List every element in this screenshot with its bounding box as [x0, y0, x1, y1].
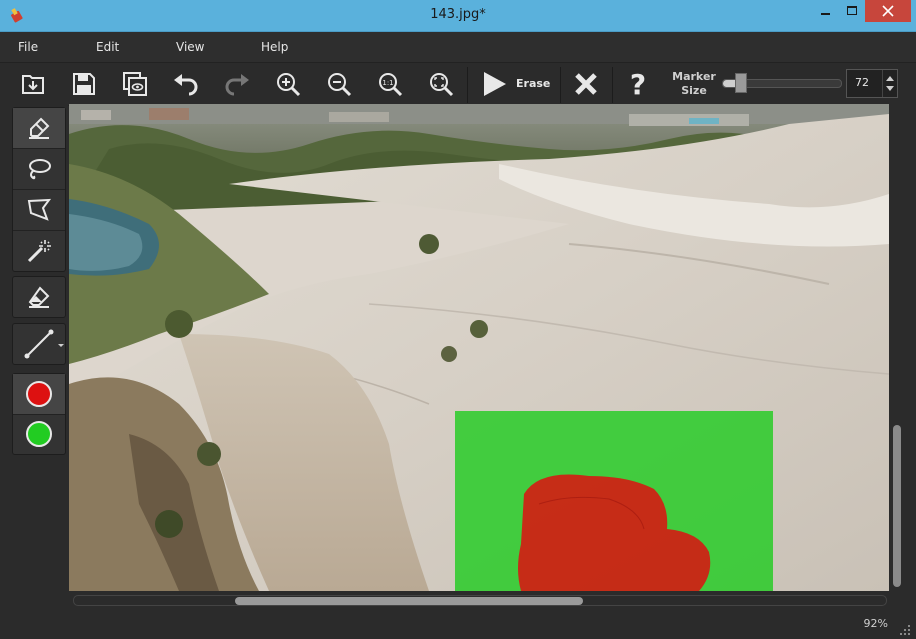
lasso-tool[interactable]: [13, 149, 65, 190]
close-icon: [575, 73, 597, 95]
save-as-icon: [123, 72, 147, 96]
save-as-button[interactable]: [111, 63, 159, 105]
save-button[interactable]: [60, 63, 108, 105]
title-bar: 143.jpg*: [0, 0, 916, 32]
zoom-level: 92%: [863, 617, 888, 630]
menu-edit[interactable]: Edit: [96, 40, 119, 54]
close-icon: [882, 5, 894, 17]
menu-file[interactable]: File: [18, 40, 38, 54]
photo: [69, 104, 889, 591]
open-button[interactable]: [9, 63, 57, 105]
undo-icon: [174, 74, 198, 96]
svg-text:1:1: 1:1: [382, 79, 393, 87]
redo-icon: [225, 74, 249, 96]
svg-text:?: ?: [630, 69, 646, 99]
color-tool-group: [12, 373, 66, 455]
maximize-icon: [847, 6, 857, 15]
save-icon: [73, 73, 95, 95]
menu-view[interactable]: View: [176, 40, 204, 54]
eraser-tool-group: [12, 276, 66, 318]
open-icon: [22, 75, 44, 94]
window-title: 143.jpg*: [430, 7, 486, 22]
polygon-lasso-icon: [27, 198, 52, 221]
zoom-out-icon: [328, 73, 352, 97]
marker-size-label: Marker Size: [672, 70, 716, 97]
zoom-fit-icon: [430, 73, 454, 97]
zoom-1to1-icon: 1:1: [379, 73, 403, 97]
vertical-scroll-thumb[interactable]: [893, 425, 901, 587]
line-icon: [24, 329, 64, 359]
eraser-tool[interactable]: [13, 277, 65, 317]
erase-label: Erase: [516, 77, 551, 90]
zoom-in-icon: [277, 73, 301, 97]
spin-down-icon[interactable]: [886, 86, 894, 91]
zoom-out-button[interactable]: [315, 63, 363, 105]
horizontal-scroll-thumb[interactable]: [235, 597, 583, 605]
green-color-swatch: [26, 421, 52, 447]
status-bar: 92%: [0, 612, 916, 639]
spin-up-icon[interactable]: [886, 76, 894, 81]
minimize-icon: [821, 13, 830, 15]
zoom-in-button[interactable]: [264, 63, 312, 105]
menu-bar: File Edit View Help: [0, 32, 916, 62]
window-frame: [905, 104, 916, 612]
zoom-fit-button[interactable]: [417, 63, 465, 105]
toolbar-separator: [612, 67, 613, 103]
magic-wand-tool[interactable]: [13, 231, 65, 271]
remove-color-button[interactable]: [13, 374, 65, 415]
minimize-button[interactable]: [812, 0, 840, 22]
marker-tool[interactable]: [13, 108, 65, 149]
polygon-lasso-tool[interactable]: [13, 190, 65, 231]
line-tool-group: [12, 323, 66, 365]
toolbar-separator: [560, 67, 561, 103]
image-canvas[interactable]: [69, 104, 889, 591]
maximize-button[interactable]: [840, 0, 864, 22]
red-color-swatch: [26, 381, 52, 407]
keep-color-button[interactable]: [13, 414, 65, 454]
close-window-button[interactable]: [865, 0, 911, 22]
horizontal-scroll-track: [73, 595, 887, 606]
marker-size-value[interactable]: 72: [855, 76, 869, 89]
marker-size-spinbox[interactable]: 72: [846, 69, 898, 98]
cancel-button[interactable]: [562, 63, 610, 105]
marker-icon: [29, 117, 50, 139]
help-button[interactable]: ?: [614, 63, 662, 105]
tool-panel: [0, 104, 68, 614]
horizontal-scrollbar[interactable]: [69, 591, 889, 609]
menu-help[interactable]: Help: [261, 40, 288, 54]
help-icon: ?: [630, 69, 646, 99]
line-tool[interactable]: [13, 324, 65, 364]
redo-button[interactable]: [213, 63, 261, 105]
zoom-actual-size-button[interactable]: 1:1: [366, 63, 414, 105]
vertical-scrollbar[interactable]: [889, 104, 905, 591]
marker-size-slider-thumb[interactable]: [735, 73, 747, 93]
eraser-icon: [28, 286, 50, 308]
magic-wand-icon: [27, 240, 51, 263]
toolbar-separator: [467, 67, 468, 103]
resize-grip-icon[interactable]: [900, 625, 910, 635]
spin-arrows: [882, 70, 897, 97]
undo-button[interactable]: [162, 63, 210, 105]
selection-tool-group: [12, 107, 66, 272]
lasso-icon: [29, 159, 51, 180]
